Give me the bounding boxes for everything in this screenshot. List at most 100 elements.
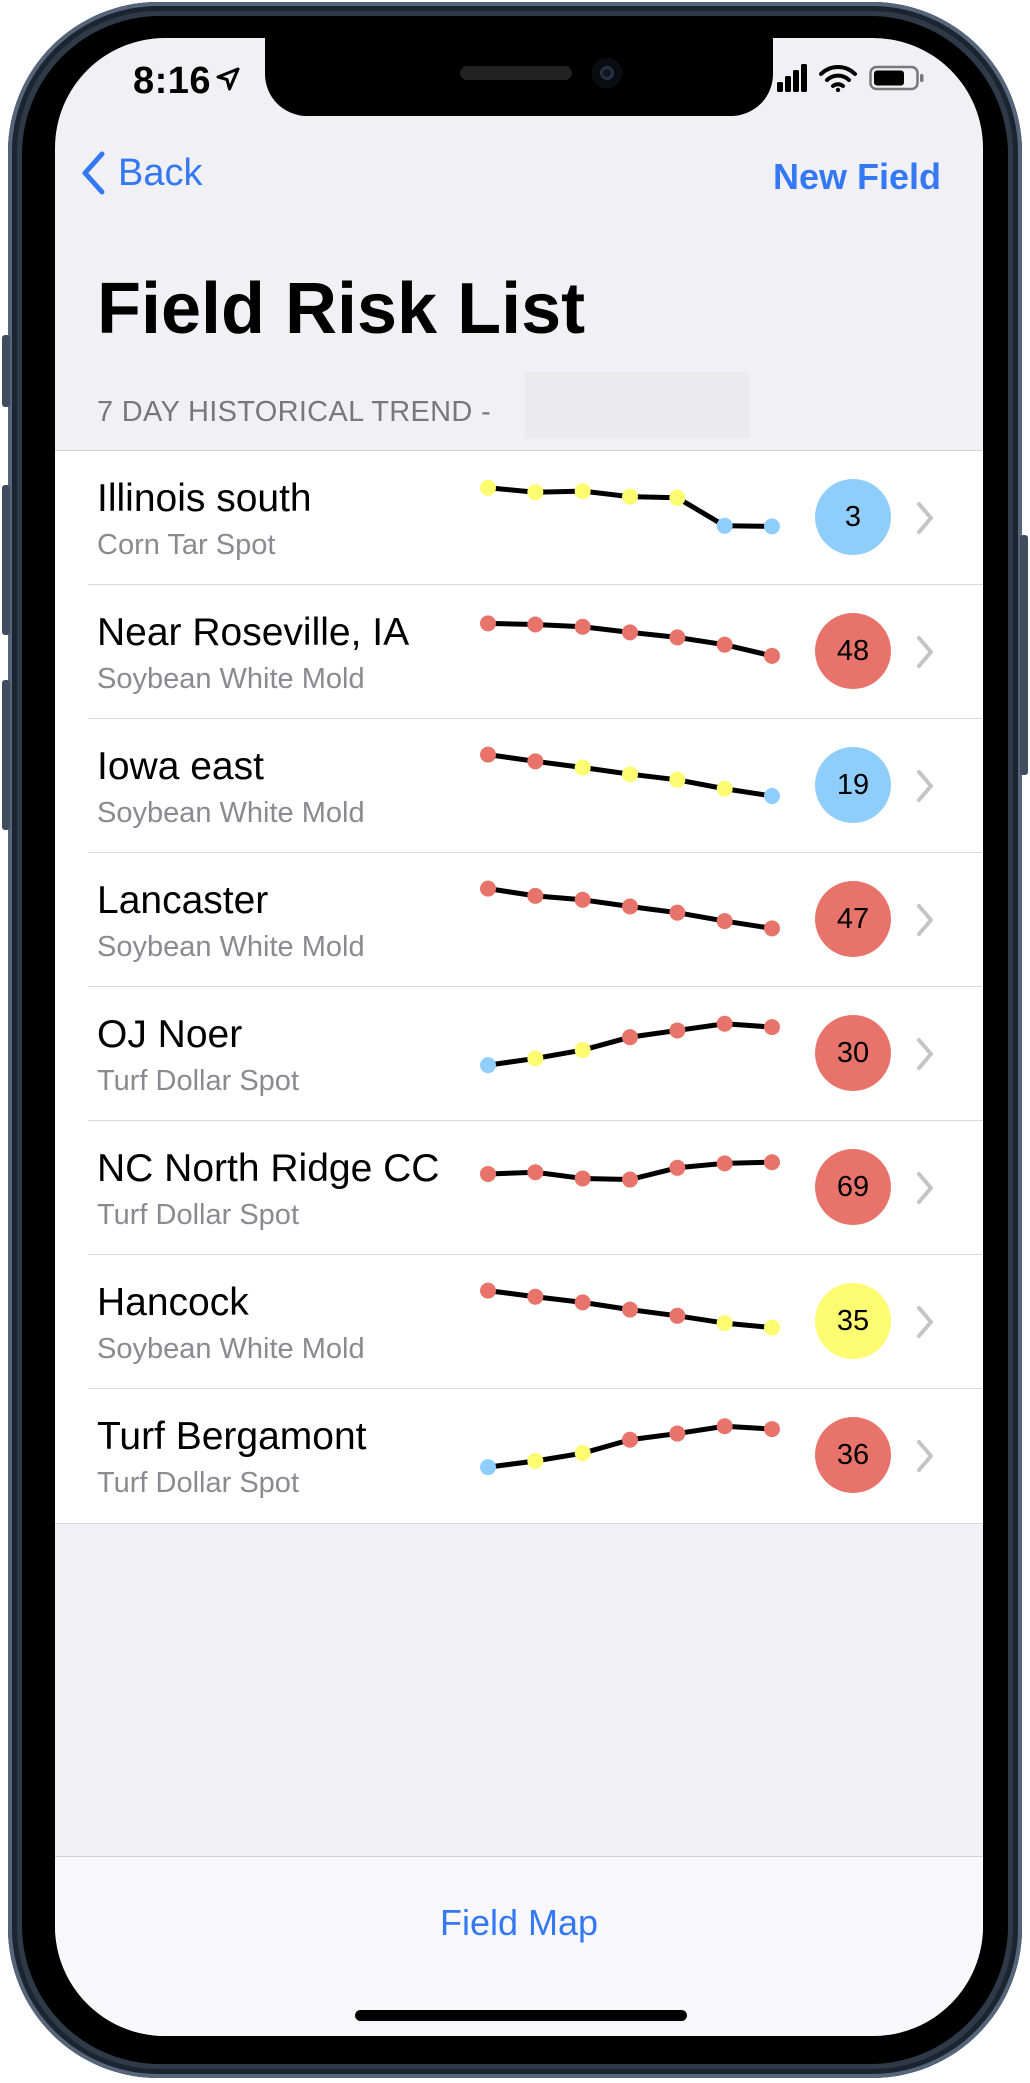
trend-point	[669, 1159, 686, 1176]
trend-point	[574, 1294, 591, 1311]
chevron-right-icon	[917, 1038, 933, 1070]
field-name: Illinois south	[97, 477, 312, 520]
trend-point	[622, 898, 638, 915]
silent-switch	[2, 335, 10, 407]
volume-down-button	[2, 680, 10, 830]
battery-icon	[869, 65, 924, 91]
trend-point	[716, 1418, 733, 1435]
trend-sparkline	[480, 479, 780, 535]
trend-point	[764, 1421, 780, 1438]
field-row[interactable]: NC North Ridge CC Turf Dollar Spot 69	[55, 1121, 983, 1255]
trend-point	[480, 479, 496, 496]
field-row[interactable]: Illinois south Corn Tar Spot 3	[55, 451, 983, 585]
trend-point	[622, 1029, 638, 1046]
chevron-right-icon	[917, 904, 933, 936]
trend-point	[527, 887, 544, 904]
risk-score-badge: 30	[815, 1015, 891, 1091]
trend-point	[764, 920, 780, 937]
field-disease: Soybean White Mold	[97, 931, 365, 963]
trend-sparkline	[480, 746, 780, 805]
trend-point	[669, 1022, 686, 1039]
field-disease: Turf Dollar Spot	[97, 1065, 299, 1097]
trend-point	[669, 489, 686, 506]
risk-score-badge: 47	[815, 881, 891, 957]
front-camera	[592, 58, 622, 88]
earpiece-speaker	[460, 66, 572, 80]
field-name: Turf Bergamont	[97, 1415, 367, 1458]
back-button-label: Back	[118, 151, 203, 194]
risk-score-badge: 19	[815, 747, 891, 823]
trend-point	[764, 647, 780, 664]
trend-point	[574, 1042, 591, 1059]
trend-point	[669, 771, 686, 788]
trend-point	[669, 629, 686, 646]
field-risk-list: Illinois south Corn Tar Spot 3 Near Rosevil…	[55, 450, 983, 1524]
trend-point	[622, 1301, 638, 1318]
chevron-right-icon	[917, 1306, 933, 1338]
field-row[interactable]: Turf Bergamont Turf Dollar Spot 36	[55, 1389, 983, 1523]
field-row[interactable]: Lancaster Soybean White Mold 47	[55, 853, 983, 987]
field-map-button[interactable]: Field Map	[55, 1902, 983, 1944]
trend-point	[764, 518, 780, 535]
trend-point	[716, 913, 733, 930]
trend-point	[527, 1453, 544, 1469]
trend-sparkline	[480, 1282, 780, 1336]
trend-point	[622, 766, 638, 783]
trend-point	[574, 618, 591, 635]
trend-point	[716, 780, 733, 797]
trend-point	[574, 759, 591, 776]
field-name: NC North Ridge CC	[97, 1147, 440, 1190]
field-disease: Corn Tar Spot	[97, 529, 276, 561]
chevron-right-icon	[917, 1440, 933, 1472]
screen: 8:16 Back New Field Field Risk List 7 DA…	[55, 38, 983, 2036]
wifi-icon	[819, 64, 857, 92]
trend-point	[716, 1015, 733, 1032]
field-name: Iowa east	[97, 745, 264, 788]
notch	[265, 38, 773, 116]
page-title: Field Risk List	[97, 269, 586, 349]
trend-point	[716, 1155, 733, 1172]
field-row[interactable]: Iowa east Soybean White Mold 19	[55, 719, 983, 853]
trend-point	[716, 517, 733, 534]
chevron-right-icon	[917, 502, 933, 534]
field-disease: Soybean White Mold	[97, 797, 365, 829]
field-disease: Soybean White Mold	[97, 1333, 365, 1365]
trend-point	[622, 1431, 638, 1448]
trend-point	[527, 484, 544, 501]
risk-score-badge: 69	[815, 1149, 891, 1225]
risk-score-badge: 35	[815, 1283, 891, 1359]
trend-point	[480, 1459, 496, 1476]
field-name: Lancaster	[97, 879, 269, 922]
trend-point	[764, 1154, 780, 1171]
field-name: Hancock	[97, 1281, 249, 1324]
trend-point	[669, 904, 686, 921]
trend-point	[480, 615, 496, 632]
trend-sparkline	[480, 1015, 780, 1074]
trend-point	[622, 1171, 638, 1188]
status-icons	[777, 64, 925, 92]
trend-sparkline	[480, 1418, 780, 1476]
trend-point	[622, 624, 638, 641]
trend-point	[574, 891, 591, 908]
chevron-right-icon	[917, 1172, 933, 1204]
cellular-signal-icon	[777, 64, 807, 92]
trend-point	[574, 483, 591, 500]
risk-score-badge: 36	[815, 1417, 891, 1493]
trend-sparkline	[480, 615, 780, 664]
risk-score-badge: 3	[815, 479, 891, 555]
field-row[interactable]: Near Roseville, IA Soybean White Mold 48	[55, 585, 983, 719]
trend-point	[527, 1050, 544, 1067]
field-row[interactable]: Hancock Soybean White Mold 35	[55, 1255, 983, 1389]
chevron-right-icon	[917, 770, 933, 802]
chevron-right-icon	[917, 636, 933, 668]
trend-sparkline	[480, 1154, 780, 1188]
new-field-button[interactable]: New Field	[773, 156, 941, 198]
trend-point	[716, 636, 733, 653]
field-disease: Turf Dollar Spot	[97, 1467, 299, 1499]
back-button[interactable]: Back	[80, 150, 202, 196]
volume-up-button	[2, 485, 10, 635]
field-name: OJ Noer	[97, 1013, 243, 1056]
trend-point	[527, 753, 544, 770]
field-row[interactable]: OJ Noer Turf Dollar Spot 30	[55, 987, 983, 1121]
trend-point	[527, 616, 544, 633]
